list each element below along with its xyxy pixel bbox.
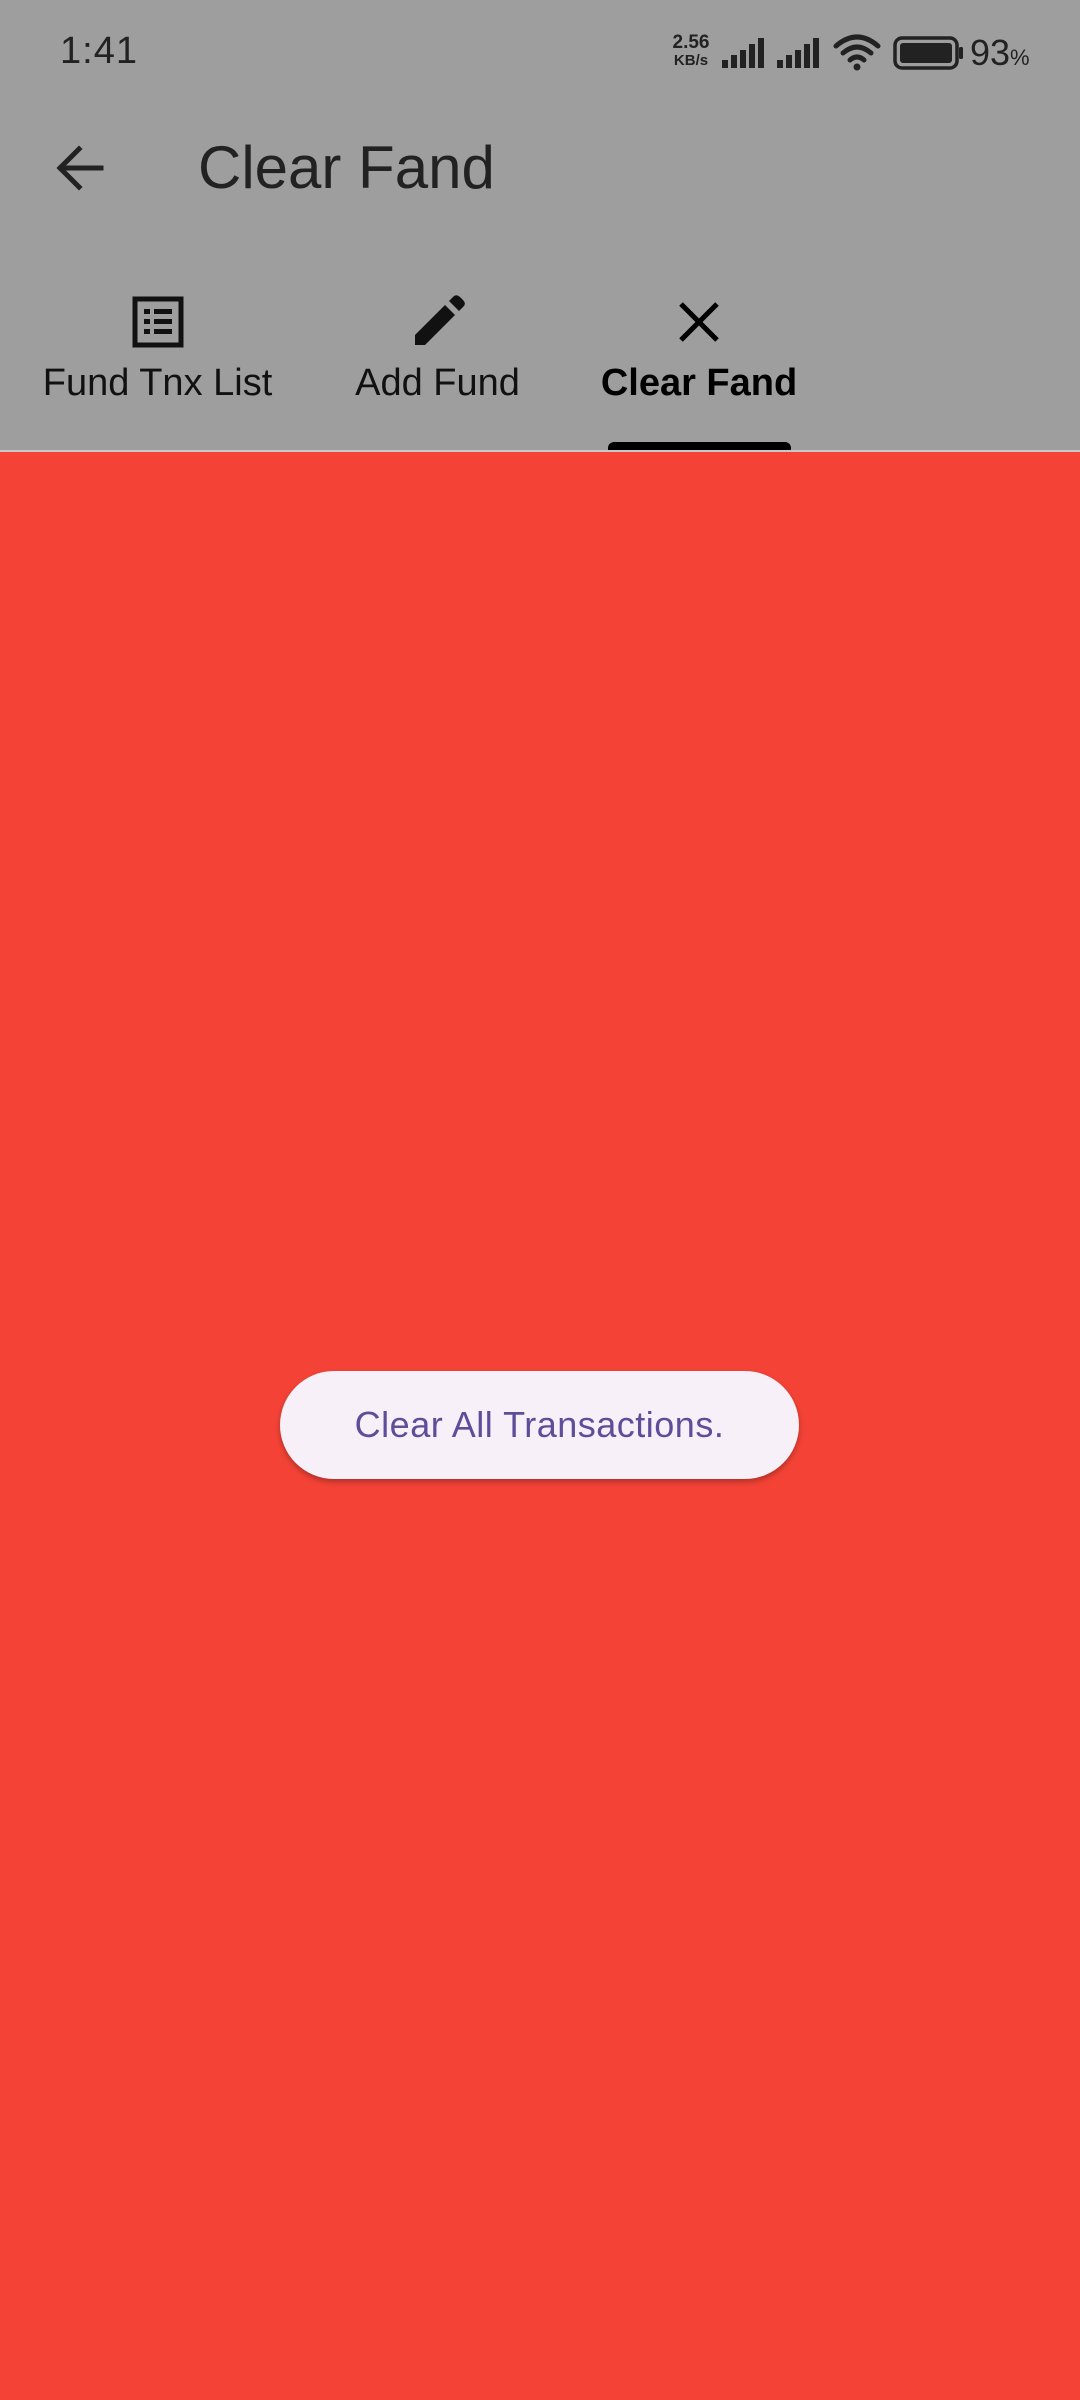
page-title: Clear Fand <box>198 134 495 201</box>
status-time: 1:41 <box>60 30 138 72</box>
close-icon <box>669 292 729 352</box>
signal-icon <box>775 36 823 75</box>
clear-all-transactions-label: Clear All Transactions. <box>354 1404 725 1445</box>
network-speed-unit: KB/s <box>673 52 709 69</box>
wifi-icon <box>832 32 882 77</box>
tab-clear-fand[interactable]: Clear Fand <box>601 280 797 450</box>
tab-bar: Fund Tnx List Add Fund Clear Fand <box>0 280 1080 450</box>
arrow-left-icon <box>55 144 105 196</box>
tab-fund-tnx-list[interactable]: Fund Tnx List <box>40 280 275 450</box>
tab-label: Clear Fand <box>600 362 798 404</box>
clear-all-transactions-button[interactable]: Clear All Transactions. <box>280 1371 799 1479</box>
status-bar: 1:41 2.56 KB/s 93% <box>0 0 1080 110</box>
list-icon <box>128 292 188 352</box>
tab-label: Add Fund <box>355 362 520 404</box>
tab-add-fund[interactable]: Add Fund <box>355 280 520 450</box>
battery-percentage: 93% <box>970 32 1030 74</box>
signal-icon <box>720 36 768 75</box>
battery-unit: % <box>1010 45 1030 70</box>
tab-label: Fund Tnx List <box>42 362 273 404</box>
back-button[interactable] <box>40 130 120 210</box>
pencil-icon <box>408 292 468 352</box>
battery-icon <box>893 36 965 75</box>
battery-level: 93 <box>970 32 1011 73</box>
network-speed-value: 2.56 <box>672 32 710 53</box>
active-tab-indicator <box>608 442 791 450</box>
top-app-area: 1:41 2.56 KB/s 93% Clear Fand Fund Tnx L… <box>0 0 1080 450</box>
network-speed: 2.56 KB/s <box>666 32 716 70</box>
